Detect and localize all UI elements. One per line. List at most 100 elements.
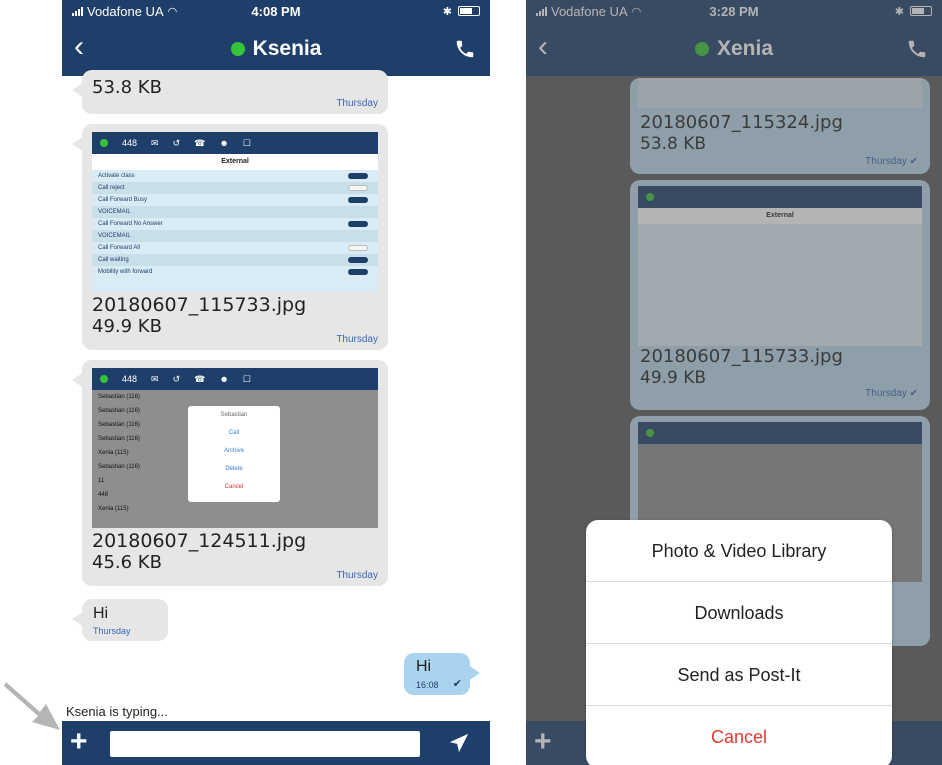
thumb-popup-cancel: Cancel (224, 484, 244, 490)
thumb-row-label: Call reject (98, 185, 125, 191)
chat-screen-left: Vodafone UA ◠ 4:08 PM ✱ ‹ Ksenia 53.8 KB… (62, 0, 490, 765)
downloads-option[interactable]: Downloads (586, 582, 892, 644)
thumb-status-dot (646, 429, 654, 437)
thumb-popup-item: Delete (225, 466, 243, 472)
attach-plus-button: + (534, 725, 552, 758)
message-timestamp: Thursday (93, 626, 131, 636)
thumb-popup-title: Sebastian (220, 412, 248, 418)
battery-icon (910, 6, 932, 16)
thumb-list-row: Xenia (115) (98, 506, 129, 512)
thumb-toolbar: 448 ✉ ↺ ☎ ☻ ☐ (92, 368, 378, 390)
toggle-icon (348, 269, 368, 275)
thumb-row-label: Call Forward All (98, 245, 141, 251)
annotation-arrow-icon (4, 682, 60, 730)
wifi-icon: ◠ (167, 5, 178, 18)
thumb-row: VOICEMAIL (92, 230, 378, 242)
toggle-icon (348, 221, 368, 227)
thumb-row: VOICEMAIL (92, 206, 378, 218)
online-status-dot (230, 42, 245, 56)
thumb-row-label: VOICEMAIL (98, 233, 131, 239)
thumb-history-icon: ↺ (172, 137, 181, 148)
thumb-history-icon: ↺ (172, 373, 181, 384)
file-name: 20180607_124511.jpg (92, 530, 307, 552)
thumb-row-label: Mobility with forward (98, 269, 153, 275)
thumb-popup: Sebastian Call Archive Delete Cancel (188, 406, 280, 502)
status-bar: Vodafone UA ◠ 4:08 PM ✱ (62, 0, 490, 22)
thumb-status-dot (100, 139, 108, 147)
photo-video-library-option[interactable]: Photo & Video Library (586, 520, 892, 582)
file-name: 20180607_115733.jpg (92, 294, 307, 316)
message-file-2[interactable]: 448 ✉ ↺ ☎ ☻ ☐ External Activate class Ca… (72, 124, 388, 350)
battery-icon (458, 6, 480, 16)
thumb-popup-item: Call (228, 430, 240, 436)
carrier: Vodafone UA ◠ (72, 4, 443, 19)
image-thumbnail[interactable]: 448 ✉ ↺ ☎ ☻ ☐ Sebastian (116) Sebastian … (92, 368, 378, 528)
toggle-icon (348, 185, 368, 191)
carrier-name: Vodafone UA (551, 3, 628, 19)
message-timestamp: Thursday ✔ (865, 388, 918, 399)
image-thumbnail (638, 78, 922, 108)
message-text-outgoing[interactable]: Hi 16:08 ✔ (404, 653, 480, 695)
thumb-row: Call waiting (92, 254, 378, 266)
phone-call-icon[interactable] (454, 38, 476, 60)
message-text-incoming[interactable]: Hi Thursday (72, 599, 168, 641)
message-timestamp: Thursday (336, 334, 378, 345)
file-name: 20180607_115324.jpg (640, 112, 843, 133)
contact-title: Xenia (694, 37, 773, 61)
message-text: Hi (416, 658, 432, 675)
back-chevron-icon[interactable]: ‹ (74, 32, 84, 62)
thumb-row-label: Call Forward No Answer (98, 221, 163, 227)
message-timestamp: Thursday (336, 570, 378, 581)
thumb-toolbar (638, 186, 922, 208)
file-size: 53.8 KB (640, 134, 707, 154)
message-text: Hi (93, 605, 109, 622)
thumb-row: Call Forward No Answer (92, 218, 378, 230)
thumb-group-icon: ☻ (219, 138, 229, 148)
signal-icon (72, 6, 83, 16)
thumb-chat-icon: ☐ (242, 373, 251, 384)
phone-call-icon (908, 40, 926, 58)
thumb-row-label: Call waiting (98, 257, 129, 263)
message-file-3[interactable]: 448 ✉ ↺ ☎ ☻ ☐ Sebastian (116) Sebastian … (72, 360, 388, 586)
typing-indicator: Ksenia is typing... (66, 704, 168, 719)
signal-icon (536, 6, 547, 16)
thumb-group-icon: ☻ (219, 374, 229, 384)
chat-header: ‹ Xenia (526, 22, 942, 76)
message-timestamp: Thursday ✔ (865, 156, 918, 167)
message-file-2: External 20180607_115733.jpg 49.9 KB Thu… (630, 180, 930, 410)
toggle-icon (348, 245, 368, 251)
contact-name: Ksenia (252, 37, 322, 60)
thumb-count: 448 (122, 138, 138, 148)
carrier: Vodafone UA ◠ (536, 4, 895, 19)
message-input[interactable] (110, 731, 420, 757)
toggle-icon (348, 197, 368, 203)
thumb-row-label: VOICEMAIL (98, 209, 131, 215)
thumb-row-label: Activate class (98, 173, 135, 179)
message-timestamp: Thursday (336, 98, 378, 109)
delivered-check-icon: ✔ (452, 678, 462, 690)
file-size: 49.9 KB (92, 316, 162, 337)
bluetooth-icon: ✱ (442, 5, 452, 18)
carrier-name: Vodafone UA (87, 3, 164, 19)
thumb-toolbar (638, 422, 922, 444)
file-size: 45.6 KB (92, 552, 162, 573)
message-composer: + (62, 721, 490, 765)
send-icon[interactable] (448, 732, 470, 754)
thumb-row: Call Forward Busy (92, 194, 378, 206)
thumb-row: Mobility with forward (92, 266, 378, 278)
image-thumbnail[interactable]: 448 ✉ ↺ ☎ ☻ ☐ External Activate class Ca… (92, 132, 378, 292)
back-chevron-icon: ‹ (538, 30, 548, 63)
chat-header: ‹ Ksenia (62, 22, 490, 76)
thumb-status-dot (646, 193, 654, 201)
thumb-row: Call reject (92, 182, 378, 194)
thumb-contacts-icon: ☎ (194, 373, 206, 384)
thumb-mail-icon: ✉ (151, 373, 159, 384)
thumb-row: Call Forward All (92, 242, 378, 254)
attach-plus-button[interactable]: + (70, 725, 88, 759)
thumb-toolbar: 448 ✉ ↺ ☎ ☻ ☐ (92, 132, 378, 154)
message-file-1[interactable]: 53.8 KB Thursday (72, 70, 388, 114)
send-as-post-it-option[interactable]: Send as Post-It (586, 644, 892, 706)
cancel-button[interactable]: Cancel (586, 706, 892, 765)
thumb-row: Activate class (92, 170, 378, 182)
toggle-icon (348, 257, 368, 263)
